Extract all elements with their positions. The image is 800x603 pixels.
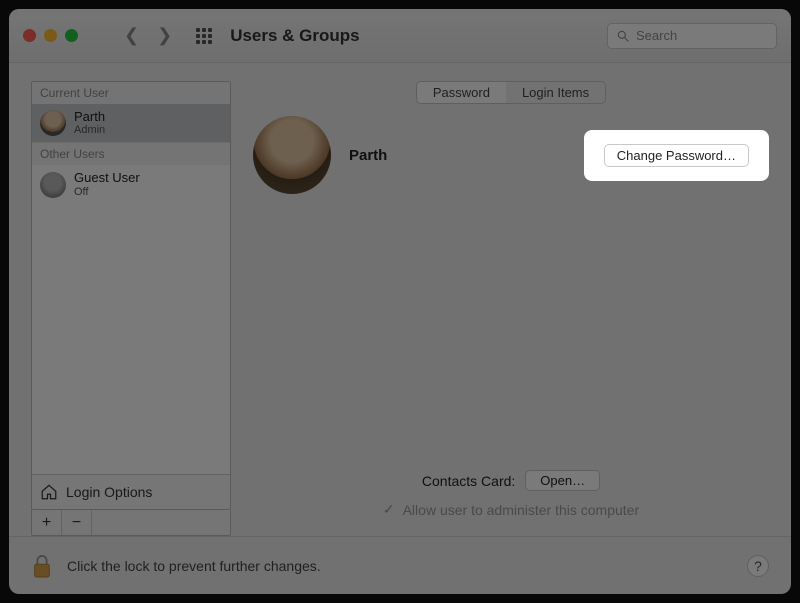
sidebar: Current User Parth Admin Other Users Gue… (31, 81, 231, 536)
sidebar-user-guest[interactable]: Guest User Off (32, 165, 230, 203)
titlebar: ❮ ❯ Users & Groups Search (9, 9, 791, 63)
search-field[interactable]: Search (607, 23, 777, 49)
search-icon (616, 29, 630, 43)
traffic-lights (23, 29, 78, 42)
tab-login-items[interactable]: Login Items (506, 82, 605, 103)
minimize-window-button[interactable] (44, 29, 57, 42)
login-options[interactable]: Login Options (32, 474, 230, 509)
change-password-highlight: Change Password… (584, 130, 769, 181)
maximize-window-button[interactable] (65, 29, 78, 42)
open-contacts-button[interactable]: Open… (525, 470, 600, 491)
add-user-button[interactable]: + (32, 510, 62, 535)
sidebar-user-role: Off (74, 186, 140, 198)
sidebar-user-role: Admin (74, 124, 105, 136)
section-other-users: Other Users (32, 142, 230, 165)
close-window-button[interactable] (23, 29, 36, 42)
window-title: Users & Groups (230, 26, 359, 46)
help-button[interactable]: ? (747, 555, 769, 577)
all-preferences-icon[interactable] (196, 28, 212, 44)
footer: Click the lock to prevent further change… (9, 536, 791, 594)
main-panel: Password Login Items Parth Change Passwo… (253, 81, 769, 536)
remove-user-button[interactable]: − (62, 510, 92, 535)
forward-button[interactable]: ❯ (157, 25, 172, 46)
tabs: Password Login Items (416, 81, 606, 104)
sidebar-user-name: Guest User (74, 171, 140, 185)
change-password-button[interactable]: Change Password… (604, 144, 749, 167)
user-avatar[interactable] (253, 116, 331, 194)
add-remove-bar: + − (31, 510, 231, 536)
avatar-icon (40, 110, 66, 136)
contacts-card-label: Contacts Card: (422, 473, 515, 489)
sidebar-user-parth[interactable]: Parth Admin (32, 104, 230, 142)
tab-password[interactable]: Password (417, 82, 506, 103)
footer-text: Click the lock to prevent further change… (67, 558, 733, 574)
section-current-user: Current User (32, 82, 230, 104)
user-list: Current User Parth Admin Other Users Gue… (31, 81, 231, 510)
back-button[interactable]: ❮ (124, 25, 139, 46)
admin-checkbox-row: ✓ Allow user to administer this computer (253, 501, 769, 518)
check-icon: ✓ (383, 501, 395, 518)
avatar-icon (40, 172, 66, 198)
login-options-label: Login Options (66, 484, 152, 500)
sidebar-user-name: Parth (74, 110, 105, 124)
lock-icon[interactable] (31, 553, 53, 579)
search-placeholder: Search (636, 28, 677, 43)
home-icon (40, 483, 58, 501)
admin-checkbox-label: Allow user to administer this computer (403, 502, 640, 518)
user-display-name: Parth (349, 147, 566, 164)
preferences-window: ❮ ❯ Users & Groups Search Current User P… (9, 9, 791, 594)
